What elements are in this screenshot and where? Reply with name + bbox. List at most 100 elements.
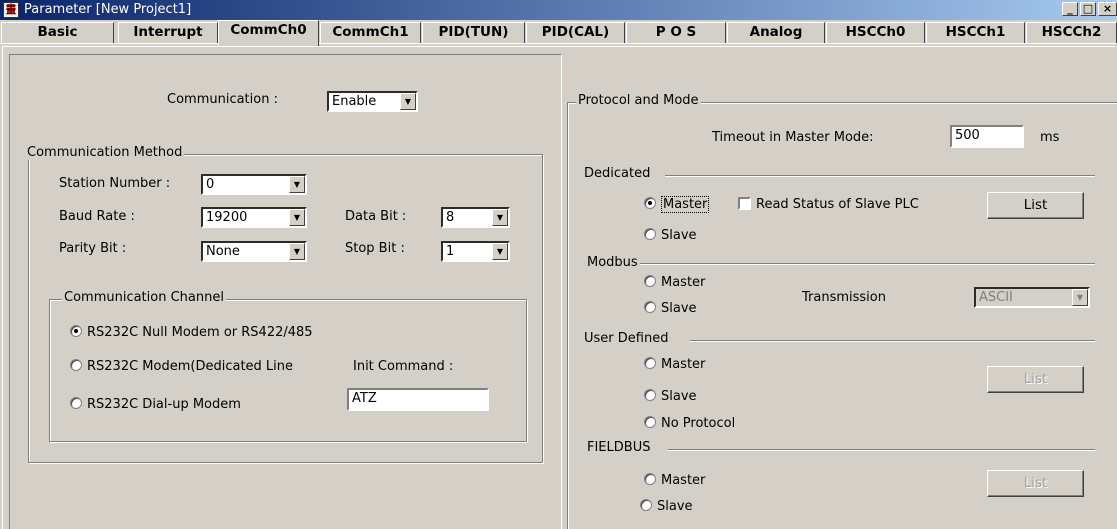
tab-analog[interactable]: Analog <box>727 22 825 44</box>
chevron-down-icon: ▼ <box>289 243 305 260</box>
radio-dedicated-modem-label: RS232C Modem(Dedicated Line <box>87 359 294 374</box>
radio-null-modem[interactable]: RS232C Null Modem or RS422/485 <box>70 325 313 340</box>
fieldbus-slave-label: Slave <box>657 499 693 514</box>
modbus-title: Modbus <box>587 255 638 270</box>
close-button[interactable]: × <box>1098 2 1117 16</box>
radio-dedicated-modem[interactable]: RS232C Modem(Dedicated Line <box>70 359 293 374</box>
tab-hscch1[interactable]: HSCCh1 <box>926 22 1025 44</box>
tab-interrupt[interactable]: Interrupt <box>118 22 218 44</box>
protocol-mode-title: Protocol and Mode <box>576 93 701 108</box>
read-status-label: Read Status of Slave PLC <box>756 197 919 212</box>
station-number-select[interactable]: 0 ▼ <box>201 174 307 195</box>
chevron-down-icon: ▼ <box>289 176 305 193</box>
modbus-slave-radio[interactable]: Slave <box>644 301 697 316</box>
init-command-label: Init Command : <box>353 359 454 374</box>
radio-selected-icon <box>644 197 656 209</box>
radio-icon <box>644 357 656 369</box>
parity-bit-select[interactable]: None ▼ <box>201 241 307 262</box>
transmission-value: ASCII <box>979 290 1013 305</box>
fieldbus-divider <box>668 449 1095 451</box>
data-bit-value: 8 <box>446 210 455 225</box>
tab-bar: Basic Interrupt CommCh0 CommCh1 PID(TUN)… <box>0 20 1117 46</box>
stop-bit-select[interactable]: 1 ▼ <box>441 241 510 262</box>
fieldbus-slave-radio[interactable]: Slave <box>640 499 693 514</box>
fieldbus-master-radio[interactable]: Master <box>644 473 705 488</box>
parity-bit-label: Parity Bit : <box>59 241 127 256</box>
radio-icon <box>644 473 656 485</box>
fieldbus-master-label: Master <box>661 473 706 488</box>
init-command-input[interactable]: ATZ <box>347 388 489 411</box>
communication-select[interactable]: Enable ▼ <box>327 91 418 112</box>
maximize-button[interactable]: □ <box>1080 2 1096 16</box>
user-master-radio[interactable]: Master <box>644 357 705 372</box>
read-status-checkbox[interactable]: Read Status of Slave PLC <box>738 197 919 212</box>
chevron-down-icon: ▼ <box>492 243 508 260</box>
radio-icon <box>70 397 82 409</box>
tab-pid-tun[interactable]: PID(TUN) <box>422 22 525 44</box>
chevron-down-icon: ▼ <box>1072 289 1088 306</box>
station-number-label: Station Number : <box>59 176 171 191</box>
dedicated-master-label: Master <box>661 196 710 213</box>
title-bar: 畫 Parameter [New Project1] _ □ × <box>0 0 1117 20</box>
communication-method-title: Communication Method <box>25 145 185 160</box>
chevron-down-icon: ▼ <box>400 93 416 110</box>
minimize-button[interactable]: _ <box>1062 2 1078 16</box>
radio-icon <box>644 389 656 401</box>
tab-basic[interactable]: Basic <box>1 22 114 44</box>
data-bit-label: Data Bit : <box>345 209 407 224</box>
user-slave-radio[interactable]: Slave <box>644 389 697 404</box>
communication-label: Communication : <box>167 92 278 107</box>
modbus-divider <box>640 263 1095 265</box>
dedicated-master-radio[interactable]: Master <box>644 196 710 213</box>
user-defined-title: User Defined <box>584 331 669 346</box>
tab-pid-cal[interactable]: PID(CAL) <box>526 22 625 44</box>
radio-icon <box>644 301 656 313</box>
stop-bit-value: 1 <box>446 244 455 259</box>
parity-bit-value: None <box>206 244 240 259</box>
radio-icon <box>644 275 656 287</box>
baud-rate-value: 19200 <box>206 210 248 225</box>
station-number-value: 0 <box>206 177 215 192</box>
baud-rate-select[interactable]: 19200 ▼ <box>201 207 307 228</box>
fieldbus-title: FIELDBUS <box>587 440 651 455</box>
transmission-label: Transmission <box>802 290 886 305</box>
radio-dialup-modem-label: RS232C Dial-up Modem <box>87 397 241 412</box>
tab-commch0[interactable]: CommCh0 <box>218 20 319 46</box>
dedicated-slave-radio[interactable]: Slave <box>644 228 697 243</box>
tab-hscch0[interactable]: HSCCh0 <box>826 22 925 44</box>
radio-selected-icon <box>70 325 82 337</box>
checkbox-icon <box>738 197 751 210</box>
data-bit-select[interactable]: 8 ▼ <box>441 207 510 228</box>
user-defined-divider <box>690 340 1095 342</box>
dedicated-title: Dedicated <box>584 166 651 181</box>
radio-null-modem-label: RS232C Null Modem or RS422/485 <box>87 325 313 340</box>
dedicated-slave-label: Slave <box>661 228 697 243</box>
timeout-unit: ms <box>1040 130 1060 145</box>
baud-rate-label: Baud Rate : <box>59 209 135 224</box>
radio-icon <box>640 499 652 511</box>
radio-icon <box>644 416 656 428</box>
timeout-label: Timeout in Master Mode: <box>712 130 874 145</box>
dedicated-divider <box>665 175 1095 177</box>
user-master-label: Master <box>661 357 706 372</box>
chevron-down-icon: ▼ <box>289 209 305 226</box>
fieldbus-list-button[interactable]: List <box>987 470 1084 497</box>
radio-icon <box>70 359 82 371</box>
tab-pos[interactable]: P O S <box>626 22 726 44</box>
communication-channel-title: Communication Channel <box>62 290 226 305</box>
transmission-select[interactable]: ASCII ▼ <box>974 287 1090 308</box>
tab-commch1[interactable]: CommCh1 <box>320 22 421 44</box>
user-list-button[interactable]: List <box>987 366 1084 393</box>
modbus-master-radio[interactable]: Master <box>644 275 705 290</box>
dedicated-list-button[interactable]: List <box>987 192 1084 219</box>
user-noprotocol-radio[interactable]: No Protocol <box>644 416 735 431</box>
timeout-input[interactable]: 500 <box>950 125 1024 148</box>
modbus-slave-label: Slave <box>661 301 697 316</box>
window-title: Parameter [New Project1] <box>24 2 192 17</box>
modbus-master-label: Master <box>661 275 706 290</box>
tab-hscch2[interactable]: HSCCh2 <box>1026 22 1117 44</box>
radio-dialup-modem[interactable]: RS232C Dial-up Modem <box>70 397 241 412</box>
radio-icon <box>644 228 656 240</box>
app-icon: 畫 <box>3 2 19 18</box>
tab-divider <box>0 43 1117 45</box>
